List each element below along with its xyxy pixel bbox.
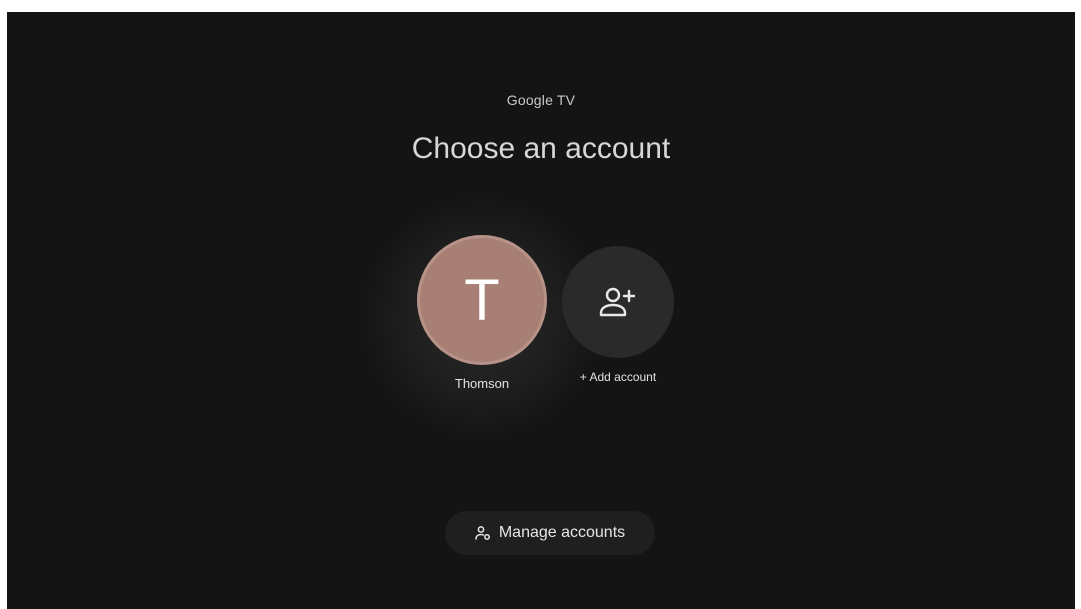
- manage-accounts-label: Manage accounts: [498, 524, 626, 541]
- page-title: Choose an account: [411, 132, 671, 165]
- account-tile-thomson[interactable]: T Thomson: [406, 238, 558, 391]
- add-person-icon: [598, 285, 638, 319]
- manage-accounts-icon: [475, 525, 491, 541]
- add-account-label: + Add account: [579, 370, 657, 384]
- account-picker-screen: Google TV Choose an account T Thomson + …: [7, 12, 1075, 609]
- add-account-tile[interactable]: + Add account: [545, 246, 691, 384]
- brand-title: Google TV: [506, 92, 576, 108]
- manage-accounts-button[interactable]: Manage accounts: [445, 511, 655, 555]
- account-name: Thomson: [454, 376, 510, 391]
- add-account-button[interactable]: [562, 246, 674, 358]
- avatar-initial: T: [464, 267, 500, 333]
- avatar[interactable]: T: [420, 238, 544, 362]
